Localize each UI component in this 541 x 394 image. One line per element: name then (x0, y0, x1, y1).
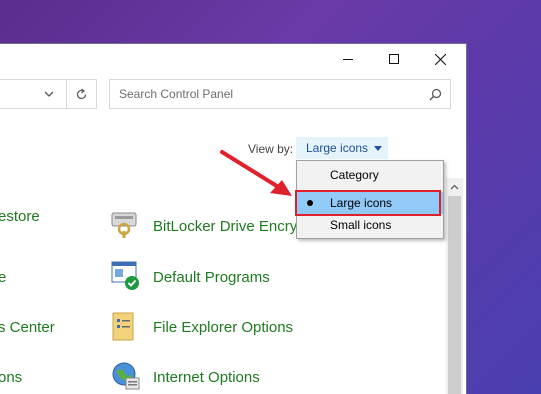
minimize-icon (343, 59, 353, 60)
red-arrow-icon (220, 150, 292, 196)
close-button[interactable] (418, 44, 462, 74)
refresh-button[interactable] (66, 79, 97, 109)
maximize-icon (389, 54, 399, 64)
chevron-down-icon (374, 145, 383, 151)
search-input[interactable]: Search Control Panel (109, 79, 451, 109)
internet-options-icon[interactable] (110, 360, 142, 392)
list-item[interactable]: Internet Options (153, 369, 260, 386)
refresh-icon (76, 88, 87, 99)
search-icon[interactable] (429, 88, 442, 101)
chevron-up-icon (450, 184, 459, 189)
list-item[interactable]: Default Programs (153, 269, 270, 286)
view-by-dropdown[interactable]: Large icons (296, 137, 388, 159)
bitlocker-icon[interactable] (108, 207, 140, 239)
list-item[interactable]: ons (0, 369, 22, 386)
default-programs-icon[interactable] (110, 259, 142, 291)
scroll-up-button[interactable] (446, 178, 463, 195)
menu-item-label: Small icons (330, 218, 392, 232)
maximize-button[interactable] (372, 44, 416, 74)
scrollbar-thumb[interactable] (448, 196, 461, 394)
highlight-box (295, 190, 441, 216)
close-icon (434, 53, 446, 65)
chevron-down-icon[interactable] (44, 91, 54, 97)
list-item[interactable]: estore (0, 208, 40, 225)
menu-item-small-icons[interactable]: Small icons (297, 214, 443, 236)
list-item[interactable]: s Center (0, 319, 55, 336)
list-item[interactable]: File Explorer Options (153, 319, 293, 336)
menu-item-label: Category (330, 168, 379, 182)
search-placeholder: Search Control Panel (119, 87, 234, 101)
menu-item-category[interactable]: Category (297, 164, 443, 186)
file-explorer-options-icon[interactable] (110, 310, 142, 342)
view-by-value: Large icons (306, 141, 369, 155)
minimize-button[interactable] (326, 44, 370, 74)
list-item[interactable]: e (0, 269, 6, 286)
